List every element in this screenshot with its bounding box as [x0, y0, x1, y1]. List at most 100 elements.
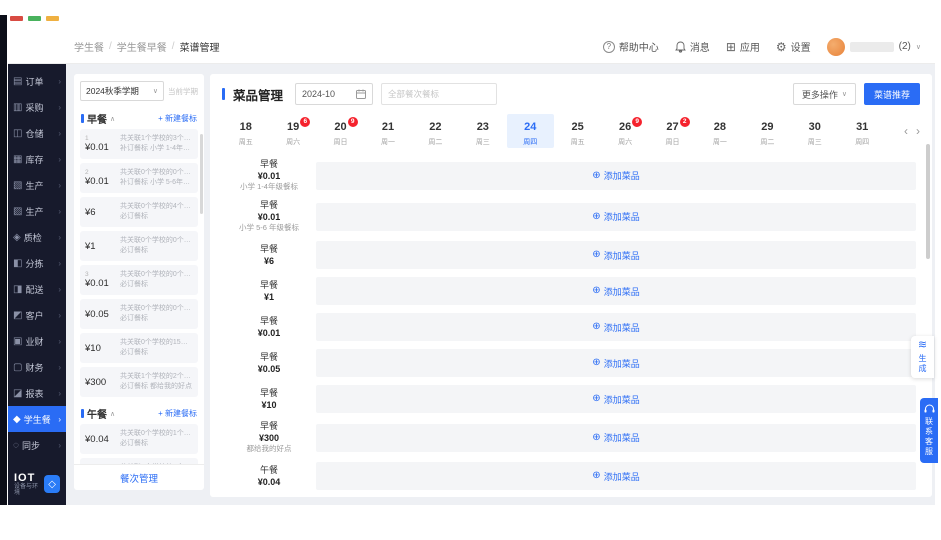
meal-standard-card[interactable]: 2 ¥0.01 共关联0个学校的0个班级 补订餐标 小学 5-6年级餐标 [80, 163, 198, 193]
add-dish-button[interactable]: ⊕ 添加菜品 [592, 393, 639, 406]
sidebar-item[interactable]: ▦ 库存 › [8, 146, 66, 172]
iot-title: IOT [14, 471, 36, 484]
sidebar-item[interactable]: ▨ 生产 › [8, 198, 66, 224]
card-tag: 必订餐标 [120, 383, 148, 390]
sidebar-item[interactable]: ◧ 分拣 › [8, 250, 66, 276]
collapse-icon[interactable]: ∧ [110, 115, 115, 123]
add-dish-label: 添加菜品 [603, 322, 640, 333]
new-meal-standard-button[interactable]: + 新建餐标 [158, 113, 197, 124]
day-column[interactable]: 19 6 周六 [269, 114, 316, 148]
window-left-edge [0, 15, 7, 505]
calendar-icon [356, 89, 367, 99]
meal-standard-card[interactable]: ¥300 共关联1个学校的2个班级 必订餐标 都给我的好点 [80, 367, 198, 397]
sidebar-item[interactable]: ◈ 质检 › [8, 224, 66, 250]
month-picker[interactable]: 2024-10 [295, 83, 374, 105]
day-week: 周一 [380, 139, 395, 146]
sidebar-item[interactable]: ◩ 客户 › [8, 302, 66, 328]
sidebar-item[interactable]: ▢ 财务 › [8, 354, 66, 380]
day-column[interactable]: 20 9 周日 [317, 114, 364, 148]
search-input[interactable] [381, 83, 498, 105]
day-column[interactable]: 25 周五 [554, 114, 601, 148]
sidebar-item[interactable]: ◫ 仓储 › [8, 120, 66, 146]
prev-button[interactable]: ‹ [904, 124, 908, 138]
row-price: ¥0.04 [257, 476, 281, 487]
day-slot-area: ⊕ 添加菜品 [316, 277, 916, 305]
day-column[interactable]: 28 周一 [696, 114, 743, 148]
day-column[interactable]: 23 周三 [459, 114, 506, 148]
card-price-block: ¥10 [85, 343, 115, 354]
sidebar-item[interactable]: ▣ 业财 › [8, 328, 66, 354]
day-column[interactable]: 29 周二 [744, 114, 791, 148]
breadcrumb-item[interactable]: 学生餐 [74, 39, 104, 54]
sidebar-item[interactable]: ▧ 生产 › [8, 172, 66, 198]
meal-standard-card[interactable]: ¥6 共关联0个学校的4个班级 必订餐标 [80, 197, 198, 227]
day-column[interactable]: 31 周四 [838, 114, 885, 148]
card-relation-text: 共关联1个学校的2个班级 [120, 372, 193, 380]
day-column[interactable]: 21 周一 [364, 114, 411, 148]
collapse-icon[interactable]: ∧ [110, 410, 115, 418]
card-relation-text: 共关联0个学校的15个班级 [120, 338, 193, 346]
sidebar-item[interactable]: ▥ 采购 › [8, 94, 66, 120]
row-meal: 早餐 [259, 159, 278, 169]
row-label: 早餐 ¥10 [222, 388, 316, 411]
more-actions-button[interactable]: 更多操作 ∨ [792, 83, 856, 105]
add-dish-button[interactable]: ⊕ 添加菜品 [592, 169, 639, 182]
messages-button[interactable]: 消息 [674, 39, 710, 54]
day-column[interactable]: 30 周三 [791, 114, 838, 148]
row-meal: 早餐 [259, 351, 278, 362]
scrollbar[interactable] [926, 144, 930, 259]
chevron-right-icon: › [58, 388, 61, 398]
settings-button[interactable]: ⚙ 设置 [776, 39, 811, 55]
new-meal-standard-button[interactable]: + 新建餐标 [158, 408, 197, 419]
sidebar-item[interactable]: ◪ 报表 › [8, 380, 66, 406]
term-select-value: 2024秋季学期 [86, 86, 139, 96]
apps-button[interactable]: ⊞ 应用 [726, 39, 760, 55]
term-select[interactable]: 2024秋季学期 ∨ [80, 81, 164, 101]
contact-support-tab[interactable]: 联系客服 [920, 398, 938, 463]
meal-standard-card[interactable]: 1 ¥0.01 共关联1个学校的3个班级 补订餐标 小学 1-4年级餐标 [80, 129, 198, 159]
day-date: 27 2 [666, 117, 690, 133]
menu-recommend-button[interactable]: 菜谱推荐 [863, 83, 920, 105]
add-dish-button[interactable]: ⊕ 添加菜品 [592, 431, 639, 444]
card-info: 共关联0个学校的4个班级 必订餐标 [120, 202, 193, 222]
add-dish-button[interactable]: ⊕ 添加菜品 [592, 321, 639, 334]
sidebar-item[interactable]: ▤ 订单 › [8, 68, 66, 94]
chevron-right-icon: › [58, 76, 61, 86]
generate-float-tab[interactable]: ≋ 生成 [911, 336, 934, 378]
circle-plus-icon: ⊕ [592, 169, 601, 181]
breadcrumb-item[interactable]: 学生餐早餐 [117, 39, 167, 54]
sidebar-item[interactable]: ◨ 配送 › [8, 276, 66, 302]
meal-standard-card[interactable]: 3 ¥0.01 共关联0个学校的0个班级 必订餐标 [80, 265, 198, 295]
help-center-button[interactable]: ? 帮助中心 [602, 39, 659, 54]
day-column[interactable]: 27 2 周日 [649, 114, 696, 148]
meal-standard-card[interactable]: ¥10 共关联0个学校的15个班级 必订餐标 [80, 333, 198, 363]
scrollbar[interactable] [200, 134, 203, 214]
meal-times-manage-link[interactable]: 餐次管理 [120, 471, 158, 485]
row-name: 都给我的好点 [246, 444, 292, 453]
add-dish-button[interactable]: ⊕ 添加菜品 [592, 357, 639, 370]
sidebar-item[interactable]: ◌ 同步 › [8, 432, 66, 458]
day-column[interactable]: 22 周二 [412, 114, 459, 148]
add-dish-button[interactable]: ⊕ 添加菜品 [592, 285, 639, 298]
sidebar-item-icon: ▤ [13, 75, 23, 87]
meal-standard-card[interactable]: ¥0.05 共关联0个学校的0个班级 必订餐标 [80, 299, 198, 329]
card-price-block: ¥0.05 [85, 309, 115, 320]
topbar-actions: ? 帮助中心 消息 ⊞ 应用 ⚙ 设置 (2) ∨ [602, 37, 921, 56]
day-date: 25 [571, 121, 584, 133]
add-dish-button[interactable]: ⊕ 添加菜品 [592, 470, 639, 483]
meal-standard-card[interactable]: ¥1 共关联0个学校的0个班级 必订餐标 [80, 231, 198, 261]
day-column[interactable]: 26 9 周六 [601, 114, 648, 148]
user-menu[interactable]: (2) ∨ [826, 37, 921, 56]
card-price: ¥0.01 [85, 278, 109, 289]
meal-standard-card[interactable]: ¥0.04 共关联0个学校的1个班级 必订餐标 [80, 424, 198, 454]
chevron-right-icon: › [58, 336, 61, 346]
sidebar-item[interactable]: ◆ 学生餐 › [8, 406, 66, 432]
decor-dash-green [28, 16, 41, 21]
card-info: 共关联1个学校的3个班级 补订餐标 小学 1-4年级餐标 [120, 134, 193, 154]
sidebar-item-label: 仓储 [25, 128, 44, 139]
day-column[interactable]: 18 周五 [222, 114, 269, 148]
next-button[interactable]: › [916, 124, 920, 138]
add-dish-button[interactable]: ⊕ 添加菜品 [592, 249, 639, 262]
day-column[interactable]: 24 周四 [506, 114, 554, 148]
add-dish-button[interactable]: ⊕ 添加菜品 [592, 210, 639, 223]
